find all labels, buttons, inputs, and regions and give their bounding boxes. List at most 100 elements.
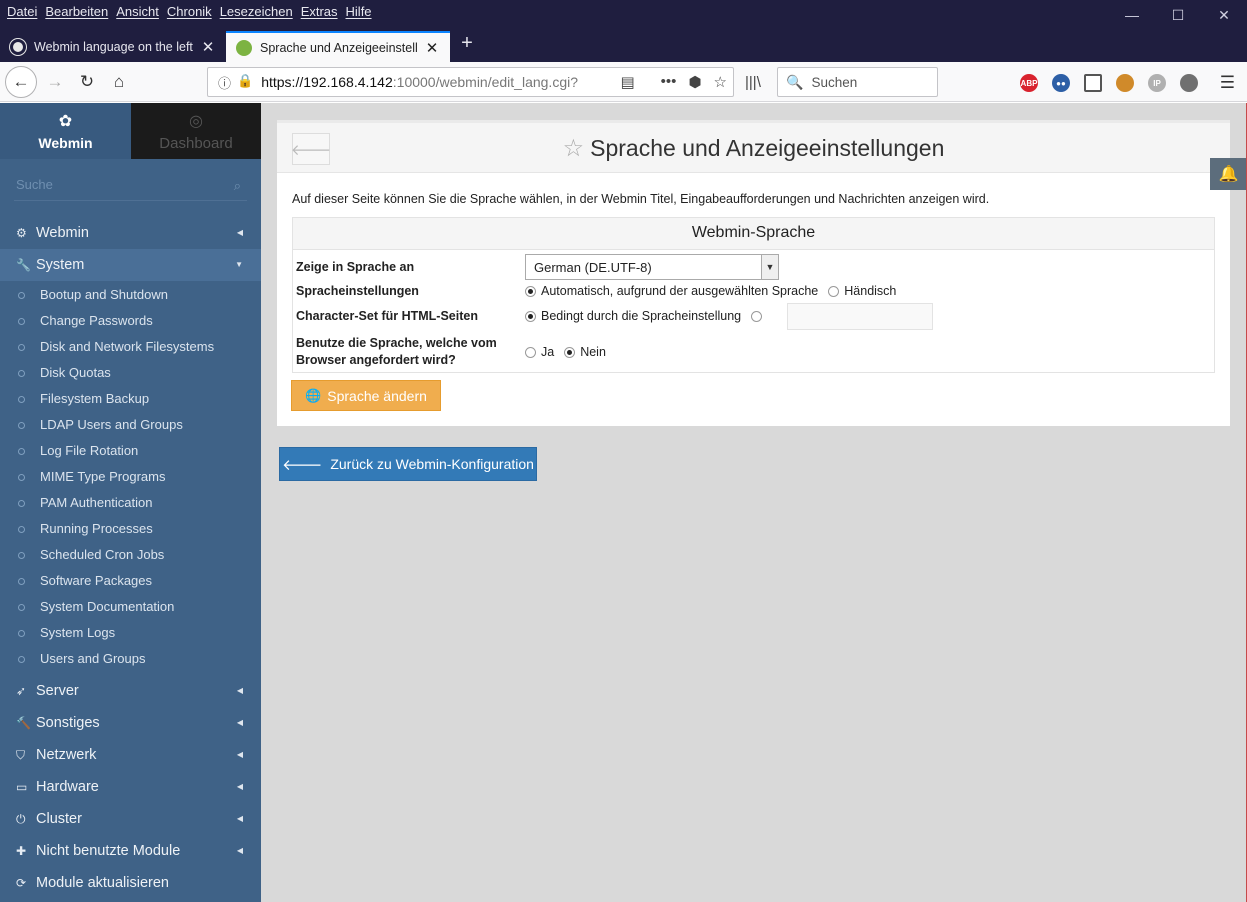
category-label: Webmin	[36, 225, 89, 241]
wrench-icon: 🔧	[16, 258, 31, 272]
radio-label: Nein	[580, 345, 606, 359]
radio-browser-yes[interactable]: Ja	[525, 345, 554, 359]
reader-view-icon[interactable]: ▤	[620, 73, 634, 91]
menu-items: Datei Bearbeiten Ansicht Chronik Lesezei…	[7, 4, 380, 19]
sidebar-search-input[interactable]	[14, 173, 214, 196]
bookmark-star-icon[interactable]: ☆	[714, 73, 727, 91]
charset-input[interactable]	[787, 302, 934, 330]
button-label: Zurück zu Webmin-Konfiguration	[330, 456, 534, 472]
menu-hilfe[interactable]: Hilfe	[346, 4, 372, 19]
sidebar-item-system-documentation[interactable]: System Documentation	[0, 593, 261, 619]
extensions-area: ABP ●● IP	[1020, 74, 1198, 92]
menu-bar: Datei Bearbeiten Ansicht Chronik Lesezei…	[0, 0, 1247, 26]
sidebar-category-unused-modules[interactable]: ✚ Nicht benutzte Module ◀	[0, 835, 261, 867]
url-bar[interactable]: ⓘ 🔒 https://192.168.4.142:10000/webmin/e…	[207, 67, 734, 97]
menu-extras[interactable]: Extras	[301, 4, 338, 19]
caret-left-icon: ◀	[236, 782, 243, 791]
back-button[interactable]: ←	[5, 66, 37, 98]
star-icon[interactable]: ☆	[563, 135, 585, 162]
tab-webmin[interactable]: Sprache und Anzeigeeinstellun ✕	[226, 31, 450, 62]
radio-manual[interactable]: Händisch	[828, 284, 896, 298]
sidebar-item-disk-quotas[interactable]: Disk Quotas	[0, 359, 261, 385]
return-to-config-button[interactable]: 🡐 Zurück zu Webmin-Konfiguration	[279, 447, 537, 481]
sidebar-category-webmin[interactable]: ⚙ Webmin ◀	[0, 217, 261, 249]
sidebar-item-mime-programs[interactable]: MIME Type Programs	[0, 463, 261, 489]
button-label: Sprache ändern	[327, 387, 427, 404]
radio-browser-no[interactable]: Nein	[564, 345, 606, 359]
library-icon[interactable]: |||\	[745, 74, 761, 91]
language-select[interactable]: German (DE.UTF-8) ▼	[525, 254, 779, 280]
sidebar-item-filesystem-backup[interactable]: Filesystem Backup	[0, 385, 261, 411]
category-label: Hardware	[36, 779, 99, 795]
sidebar-item-pam[interactable]: PAM Authentication	[0, 489, 261, 515]
sidebar-category-refresh-modules[interactable]: ⟳ Module aktualisieren	[0, 867, 261, 899]
menu-ansicht[interactable]: Ansicht	[116, 4, 159, 19]
sidebar-category-netzwerk[interactable]: ⛉ Netzwerk ◀	[0, 739, 261, 771]
table-header: Webmin-Sprache	[293, 218, 1214, 250]
sidebar-item-log-rotation[interactable]: Log File Rotation	[0, 437, 261, 463]
radio-button[interactable]	[751, 310, 763, 322]
hamburger-menu-icon[interactable]: ☰	[1220, 73, 1235, 93]
pocket-icon[interactable]: ⬢	[688, 73, 701, 91]
menu-chronik[interactable]: Chronik	[167, 4, 212, 19]
sidebar-item-system-logs[interactable]: System Logs	[0, 619, 261, 645]
webmin-sidebar: ✿ Webmin ◎ Dashboard ⌕ ⚙ Webmin ◀ 🔧 Syst…	[0, 103, 261, 902]
forward-button[interactable]: →	[40, 68, 70, 96]
category-label: Server	[36, 683, 79, 699]
reload-button[interactable]: ↻	[72, 68, 102, 96]
sidebar-category-system[interactable]: 🔧 System ▼	[0, 249, 261, 281]
sidebar-item-users-groups[interactable]: Users and Groups	[0, 645, 261, 671]
new-tab-button[interactable]: +	[456, 32, 478, 56]
close-tab-icon[interactable]: ✕	[424, 39, 440, 57]
film-icon[interactable]	[1180, 74, 1198, 92]
tab-dashboard[interactable]: ◎ Dashboard	[131, 103, 261, 159]
sidebar-category-sonstiges[interactable]: 🔨 Sonstiges ◀	[0, 707, 261, 739]
search-box[interactable]: 🔍 Suchen	[777, 67, 938, 97]
monkey-icon[interactable]	[1116, 74, 1134, 92]
tab-title: Webmin language on the left -	[34, 39, 194, 54]
home-button[interactable]: ⌂	[104, 68, 134, 96]
close-tab-icon[interactable]: ✕	[200, 38, 216, 56]
more-actions-icon[interactable]: •••	[661, 73, 677, 91]
lock-warning-icon[interactable]: 🔒	[237, 73, 253, 92]
radio-charset-default[interactable]: Bedingt durch die Spracheinstellung	[525, 309, 741, 323]
radio-button[interactable]	[525, 346, 536, 358]
radio-button[interactable]	[525, 310, 536, 322]
sidebar-item-cron-jobs[interactable]: Scheduled Cron Jobs	[0, 541, 261, 567]
page-title: ☆ Sprache und Anzeigeeinstellungen	[562, 135, 945, 162]
tab-webmin-sidebar[interactable]: ✿ Webmin	[0, 103, 131, 159]
sidebar-item-disk-network-filesystems[interactable]: Disk and Network Filesystems	[0, 333, 261, 359]
menu-lesezeichen[interactable]: Lesezeichen	[220, 4, 293, 19]
sidebar-item-ldap-users[interactable]: LDAP Users and Groups	[0, 411, 261, 437]
menu-datei[interactable]: Datei	[7, 4, 37, 19]
sidebar-item-running-processes[interactable]: Running Processes	[0, 515, 261, 541]
radio-automatic[interactable]: Automatisch, aufgrund der ausgewählten S…	[525, 284, 818, 298]
settings-panel: 🡐 ☆ Sprache und Anzeigeeinstellungen Auf …	[277, 120, 1230, 426]
info-icon[interactable]: ⓘ	[218, 73, 231, 92]
sidebar-category-hardware[interactable]: ▭ Hardware ◀	[0, 771, 261, 803]
url-text[interactable]: https://192.168.4.142:10000/webmin/edit_…	[261, 74, 591, 90]
ip-icon[interactable]: IP	[1148, 74, 1166, 92]
sidebar-category-server[interactable]: ➶ Server ◀	[0, 675, 261, 707]
tab-github[interactable]: Webmin language on the left - ✕	[0, 31, 226, 62]
sidebar-category-cluster[interactable]: ⏻ Cluster ◀	[0, 803, 261, 835]
menu-bearbeiten[interactable]: Bearbeiten	[45, 4, 108, 19]
search-placeholder: Suchen	[811, 74, 858, 90]
page-intro: Auf dieser Seite können Sie die Sprache …	[292, 192, 990, 206]
notifications-bell-icon[interactable]: 🔔	[1210, 158, 1247, 190]
radio-button[interactable]	[828, 285, 840, 297]
sidebar-icon[interactable]	[1084, 74, 1102, 92]
adblock-plus-icon[interactable]: ABP	[1020, 74, 1038, 92]
caret-left-icon: ◀	[236, 750, 243, 759]
radio-button[interactable]	[564, 346, 576, 358]
caret-left-icon: ◀	[236, 846, 243, 855]
sidebar-item-software-packages[interactable]: Software Packages	[0, 567, 261, 593]
dots-extension-icon[interactable]: ●●	[1052, 74, 1070, 92]
sidebar-item-bootup[interactable]: Bootup and Shutdown	[0, 281, 261, 307]
sidebar-item-change-passwords[interactable]: Change Passwords	[0, 307, 261, 333]
nav-bar: ← → ↻ ⌂ ⓘ 🔒 https://192.168.4.142:10000/…	[0, 62, 1247, 102]
radio-button[interactable]	[525, 285, 536, 297]
radio-charset-custom[interactable]	[751, 310, 767, 322]
change-language-button[interactable]: 🌐 Sprache ändern	[291, 380, 441, 411]
row-browser-language: Benutze die Sprache, welche vom Browser a…	[293, 334, 1216, 370]
